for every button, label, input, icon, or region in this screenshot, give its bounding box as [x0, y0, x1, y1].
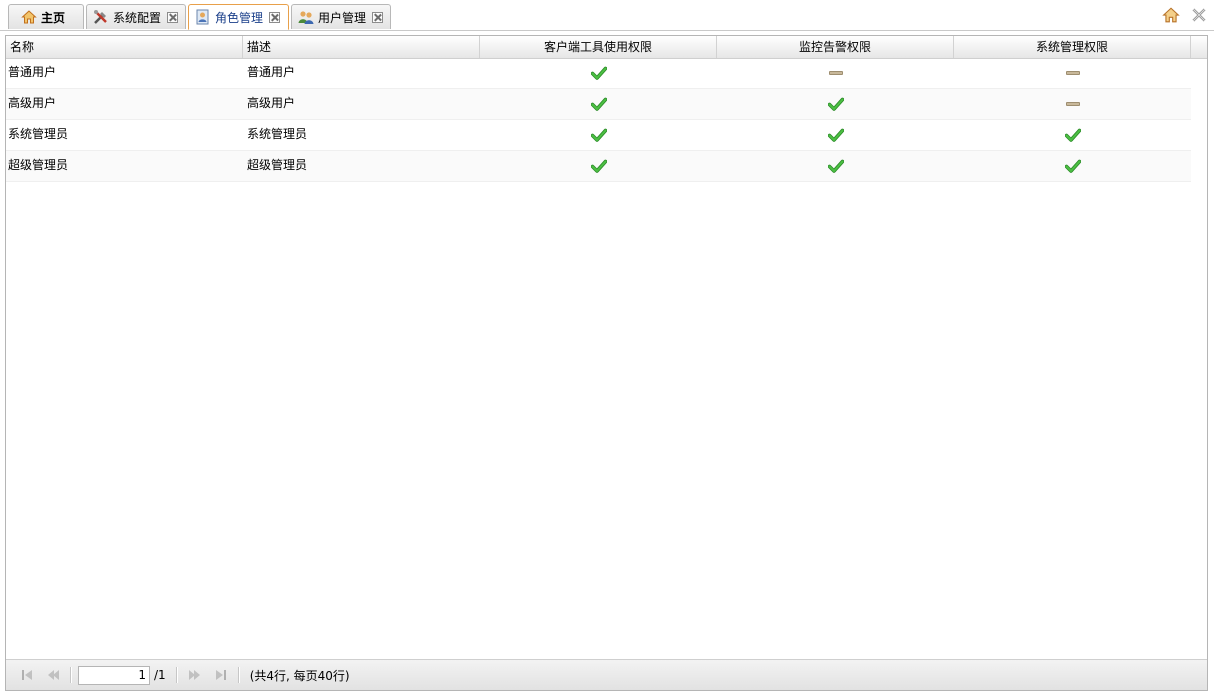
- tab-tools: [1162, 6, 1208, 24]
- first-page-icon[interactable]: [19, 667, 35, 683]
- home-icon[interactable]: [1162, 6, 1180, 24]
- cell-role-description: 高级用户: [247, 96, 296, 110]
- check-icon: [590, 66, 607, 80]
- cell-role-description: 系统管理员: [247, 127, 308, 141]
- cell-client-permission: [480, 58, 717, 87]
- table-row[interactable]: 系统管理员 系统管理员: [6, 120, 1191, 151]
- tab-label: 用户管理: [318, 10, 367, 25]
- cell-role-name: 系统管理员: [8, 127, 69, 141]
- tab-label: 主页: [41, 10, 66, 25]
- users-icon: [298, 9, 314, 25]
- tab-user-management[interactable]: 用户管理: [291, 4, 391, 29]
- check-icon: [590, 159, 607, 173]
- cell-client-permission: [480, 151, 717, 180]
- cell-monitor-permission: [717, 58, 954, 87]
- check-icon: [1064, 128, 1081, 142]
- cell-monitor-permission: [717, 151, 954, 180]
- total-pages-label: /1: [154, 668, 166, 682]
- tools-icon: [93, 9, 109, 25]
- cell-admin-permission: [954, 151, 1191, 180]
- cell-client-permission: [480, 120, 717, 149]
- dash-icon: [1065, 101, 1080, 106]
- last-page-icon[interactable]: [213, 667, 229, 683]
- role-icon: [195, 9, 211, 25]
- close-icon[interactable]: [167, 11, 179, 23]
- cell-role-name: 超级管理员: [8, 158, 69, 172]
- cell-role-description: 超级管理员: [247, 158, 308, 172]
- column-header-name[interactable]: 名称: [6, 36, 243, 58]
- tab-system-config[interactable]: 系统配置: [86, 4, 186, 29]
- pager-separator: [70, 667, 72, 683]
- prev-page-icon[interactable]: [45, 667, 61, 683]
- close-icon[interactable]: [269, 11, 281, 23]
- close-icon[interactable]: [372, 11, 384, 23]
- cell-role-name: 高级用户: [8, 96, 57, 110]
- page-number-input[interactable]: [78, 665, 150, 685]
- pager-separator: [175, 667, 178, 683]
- cell-role-name: 普通用户: [8, 65, 57, 79]
- grid-header: 名称 描述 客户端工具使用权限 监控告警权限 系统管理权限: [6, 36, 1207, 59]
- next-page-icon[interactable]: [187, 667, 203, 683]
- tab-label: 系统配置: [113, 10, 162, 25]
- dash-icon: [828, 70, 843, 75]
- tab-strip: 主页 系统配置 角色管理 用户管理: [0, 0, 1214, 31]
- close-all-icon[interactable]: [1190, 6, 1208, 24]
- cell-admin-permission: [954, 58, 1191, 87]
- tab-home[interactable]: 主页: [8, 4, 84, 29]
- tab-label: 角色管理: [215, 10, 264, 25]
- column-header-filler: [1191, 36, 1207, 58]
- table-row[interactable]: 超级管理员 超级管理员: [6, 151, 1191, 182]
- grid-body: 普通用户 普通用户高级用户 高级用户系统管理员 系统管理员超级管理员 超级管理员: [6, 58, 1191, 182]
- cell-admin-permission: [954, 89, 1191, 118]
- cell-monitor-permission: [717, 120, 954, 149]
- check-icon: [590, 128, 607, 142]
- column-header-description[interactable]: 描述: [243, 36, 480, 58]
- dash-icon: [1065, 70, 1080, 75]
- role-grid-panel: 名称 描述 客户端工具使用权限 监控告警权限 系统管理权限 普通用户 普通用户高级…: [5, 35, 1208, 691]
- paging-toolbar: /1 (共4行, 每页40行): [6, 659, 1207, 690]
- column-header-client-permission[interactable]: 客户端工具使用权限: [480, 36, 717, 58]
- check-icon: [827, 97, 844, 111]
- home-icon: [21, 9, 37, 25]
- pager-separator: [237, 667, 240, 683]
- table-row[interactable]: 普通用户 普通用户: [6, 58, 1191, 89]
- tab-role-management[interactable]: 角色管理: [188, 4, 289, 30]
- table-row[interactable]: 高级用户 高级用户: [6, 89, 1191, 120]
- check-icon: [827, 128, 844, 142]
- check-icon: [827, 159, 844, 173]
- check-icon: [590, 97, 607, 111]
- cell-role-description: 普通用户: [247, 65, 296, 79]
- paging-summary: (共4行, 每页40行): [249, 668, 350, 683]
- column-header-monitor-permission[interactable]: 监控告警权限: [717, 36, 954, 58]
- cell-admin-permission: [954, 120, 1191, 149]
- cell-monitor-permission: [717, 89, 954, 118]
- check-icon: [1064, 159, 1081, 173]
- cell-client-permission: [480, 89, 717, 118]
- column-header-admin-permission[interactable]: 系统管理权限: [954, 36, 1191, 58]
